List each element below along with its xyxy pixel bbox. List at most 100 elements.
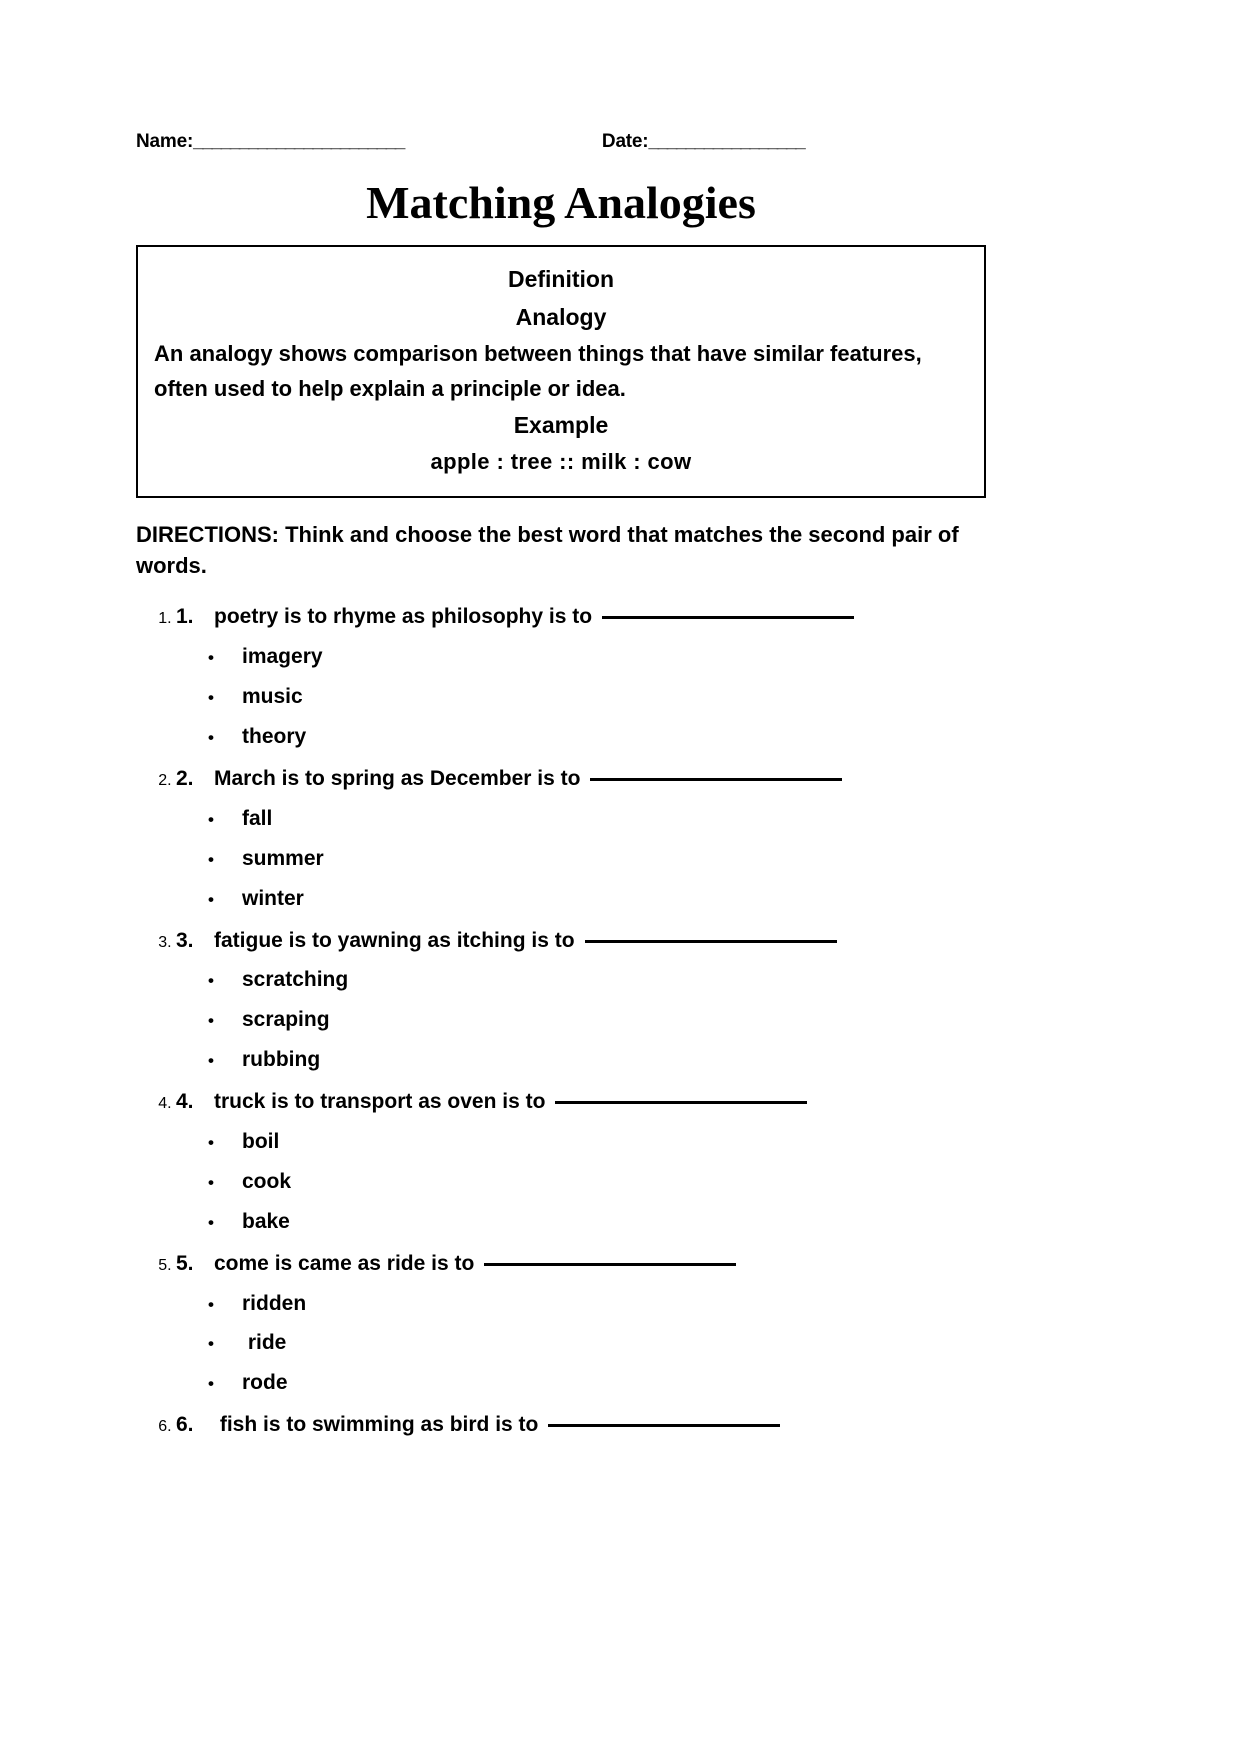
bullet-icon: •: [208, 648, 214, 668]
answer-blank[interactable]: [602, 616, 855, 620]
name-input-rule[interactable]: _______________________: [193, 131, 405, 153]
option-item[interactable]: • cook: [176, 1162, 986, 1202]
option-item[interactable]: • ride: [176, 1323, 986, 1363]
option-item[interactable]: • rode: [176, 1363, 986, 1403]
option-list: • ridden • ride • rode: [176, 1284, 986, 1404]
date-label: Date:: [601, 131, 649, 152]
option-item[interactable]: • fall: [176, 799, 986, 839]
option-label: fall: [242, 806, 273, 830]
option-item[interactable]: • scraping: [176, 1000, 986, 1040]
option-label: scratching: [242, 968, 349, 992]
example-analogy: apple : tree :: milk : cow: [430, 449, 692, 475]
question-item: 1. poetry is to rhyme as philosophy is to…: [176, 597, 986, 757]
question-item: 6. fish is to swimming as bird is to: [176, 1405, 986, 1445]
directions-text: DIRECTIONS: Think and choose the best wo…: [136, 521, 959, 579]
question-number: 1.: [176, 605, 194, 629]
bullet-icon: •: [208, 1011, 214, 1031]
bullet-icon: •: [208, 1172, 214, 1192]
answer-blank[interactable]: [584, 939, 837, 943]
option-label: ride: [242, 1331, 287, 1355]
option-item[interactable]: • theory: [176, 717, 986, 757]
answer-blank[interactable]: [590, 777, 843, 781]
option-item[interactable]: • bake: [176, 1202, 986, 1242]
definition-body-line-2: often used to help explain a principle o…: [154, 376, 626, 402]
name-label: Name:: [136, 131, 194, 152]
answer-blank[interactable]: [484, 1262, 737, 1266]
question-number: 2.: [176, 766, 194, 790]
option-label: boil: [242, 1129, 280, 1153]
definition-term: Analogy: [515, 303, 607, 330]
question-text: fish is to swimming as bird is to: [214, 1413, 539, 1437]
bullet-icon: •: [208, 889, 214, 909]
student-info-row: Name: _______________________ Date: ____…: [136, 131, 986, 157]
definition-heading: Definition: [507, 266, 615, 293]
question-row: 1. poetry is to rhyme as philosophy is to: [176, 597, 986, 637]
question-item: 2.March is to spring as December is to•f…: [176, 759, 986, 919]
option-item[interactable]: • rubbing: [176, 1040, 986, 1080]
option-list: • imagery • music • theory: [176, 637, 986, 757]
question-number: 6.: [176, 1413, 194, 1437]
option-item[interactable]: • winter: [176, 879, 986, 919]
bullet-icon: •: [208, 1294, 214, 1314]
option-label: summer: [242, 846, 324, 870]
option-label: winter: [242, 886, 304, 910]
bullet-icon: •: [208, 971, 214, 991]
worksheet-page: Name: _______________________ Date: ____…: [0, 0, 1241, 1754]
option-item[interactable]: • ridden: [176, 1284, 986, 1324]
question-number: 3.: [176, 928, 194, 952]
question-number: 4.: [176, 1090, 194, 1114]
bullet-icon: •: [208, 728, 214, 748]
option-label: rode: [242, 1371, 288, 1395]
option-label: rubbing: [242, 1048, 321, 1072]
question-row: 6. fish is to swimming as bird is to: [176, 1405, 986, 1445]
option-item[interactable]: • scratching: [176, 960, 986, 1000]
definition-body-line-1: An analogy shows comparison between thin…: [154, 340, 922, 366]
date-input-rule[interactable]: _________________: [648, 131, 805, 153]
question-row: 2. March is to spring as December is to: [176, 759, 986, 799]
question-list: 1. poetry is to rhyme as philosophy is to…: [136, 597, 986, 1445]
bullet-icon: •: [208, 1334, 214, 1354]
option-item[interactable]: • music: [176, 677, 986, 717]
example-label: Example: [513, 412, 609, 439]
question-text: March is to spring as December is to: [214, 766, 581, 790]
date-field-group: Date: _________________: [601, 131, 806, 153]
answer-blank[interactable]: [548, 1424, 781, 1428]
question-row: 3. fatigue is to yawning as itching is to: [176, 921, 986, 961]
question-item: 4.truck is to transport as oven is to•bo…: [176, 1082, 986, 1242]
bullet-icon: •: [208, 1374, 214, 1394]
option-label: scraping: [242, 1008, 330, 1032]
bullet-icon: •: [208, 688, 214, 708]
bullet-icon: •: [208, 1212, 214, 1232]
question-item: 3. fatigue is to yawning as itching is to…: [176, 921, 986, 1081]
bullet-icon: •: [208, 809, 214, 829]
definition-box: Definition Analogy An analogy shows comp…: [136, 245, 986, 498]
option-label: ridden: [242, 1291, 307, 1315]
question-row: 4. truck is to transport as oven is to: [176, 1082, 986, 1122]
question-text: truck is to transport as oven is to: [214, 1090, 546, 1114]
bullet-icon: •: [208, 1051, 214, 1071]
option-item[interactable]: • summer: [176, 839, 986, 879]
bullet-icon: •: [208, 849, 214, 869]
answer-blank[interactable]: [555, 1101, 808, 1105]
option-label: bake: [242, 1209, 290, 1233]
option-list: • scratching • scraping • rubbing: [176, 960, 986, 1080]
question-text: poetry is to rhyme as philosophy is to: [214, 605, 593, 629]
option-list: • boil • cook • bake: [176, 1122, 986, 1242]
option-label: cook: [242, 1169, 292, 1193]
option-label: imagery: [242, 645, 323, 669]
page-title: Matching Analogies: [366, 177, 756, 228]
option-item[interactable]: • boil: [176, 1122, 986, 1162]
question-row: 5. come is came as ride is to: [176, 1244, 986, 1284]
option-list: • fall • summer • winter: [176, 799, 986, 919]
question-number: 5.: [176, 1251, 194, 1275]
question-item: 5.come is came as ride is to•ridden• rid…: [176, 1244, 986, 1404]
question-text: fatigue is to yawning as itching is to: [214, 928, 575, 952]
option-item[interactable]: • imagery: [176, 637, 986, 677]
option-label: music: [242, 685, 303, 709]
definition-body: An analogy shows comparison between thin…: [154, 336, 968, 407]
worksheet-content: Name: _______________________ Date: ____…: [136, 131, 986, 1461]
option-label: theory: [242, 725, 307, 749]
bullet-icon: •: [208, 1132, 214, 1152]
name-field-group: Name: _______________________: [136, 131, 405, 153]
question-text: come is came as ride is to: [214, 1251, 475, 1275]
